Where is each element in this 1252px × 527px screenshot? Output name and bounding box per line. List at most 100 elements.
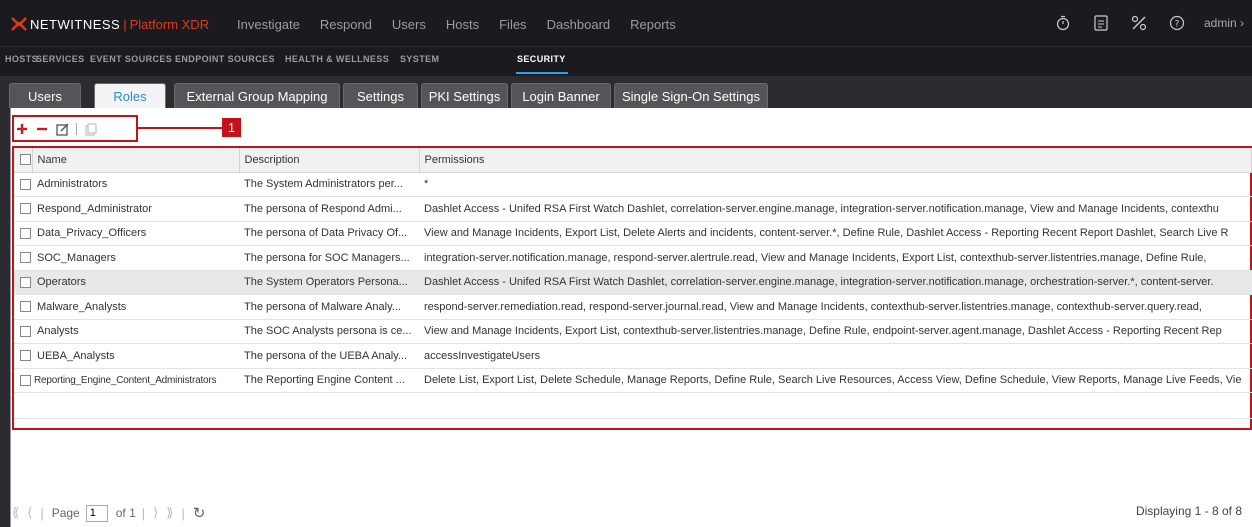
tasks-icon[interactable] — [1092, 14, 1110, 32]
select-all-checkbox[interactable] — [14, 148, 33, 173]
tab-pki-settings[interactable]: PKI Settings — [421, 83, 508, 108]
page-label: Page — [51, 506, 80, 520]
next-page-icon[interactable]: ⟩ — [153, 505, 158, 521]
role-permissions: Dashlet Access - Unifed RSA First Watch … — [419, 270, 1252, 295]
callout-badge-1: 1 — [222, 118, 241, 137]
nav-dashboard[interactable]: Dashboard — [547, 17, 611, 32]
role-description: The persona of Respond Admi... — [239, 196, 419, 222]
tab-external-group-mapping[interactable]: External Group Mapping — [174, 83, 340, 108]
sub-nav: HOSTS SERVICES EVENT SOURCES ENDPOINT SO… — [0, 46, 1252, 76]
first-page-icon[interactable]: ⟪ — [12, 505, 19, 521]
table-row[interactable]: Respond_Administrator The persona of Res… — [14, 196, 1252, 222]
paging-toolbar: ⟪ ⟨ | Page of 1 | ⟩ ⟫ | ↻ Displaying 1 -… — [12, 502, 1252, 524]
svg-text:?: ? — [1175, 20, 1180, 30]
role-description: The SOC Analysts persona is ce... — [239, 319, 419, 344]
role-description: The persona of Data Privacy Of... — [239, 221, 419, 246]
nav-investigate[interactable]: Investigate — [237, 17, 300, 32]
row-checkbox[interactable] — [14, 294, 32, 320]
paging-divider: | — [40, 505, 44, 521]
role-description: The System Operators Persona... — [239, 270, 419, 295]
top-nav: NETWITNESS | Platform XDR Investigate Re… — [0, 0, 1252, 46]
role-permissions: Dashlet Access - Unifed RSA First Watch … — [419, 196, 1252, 222]
row-checkbox[interactable] — [14, 196, 32, 222]
nav-files[interactable]: Files — [499, 17, 526, 32]
previous-page-icon[interactable]: ⟨ — [27, 505, 32, 521]
brand-separator: | — [123, 16, 127, 32]
empty-row — [14, 392, 1252, 419]
row-checkbox[interactable] — [14, 245, 32, 271]
callout-toolbar-box — [12, 115, 138, 142]
nav-hosts[interactable]: Hosts — [446, 17, 479, 32]
role-name: Analysts — [32, 319, 239, 344]
table-row[interactable]: Operators The System Operators Persona..… — [14, 270, 1252, 295]
role-description: The persona of Malware Analy... — [239, 294, 419, 320]
table-row[interactable]: Reporting_Engine_Content_Administrators … — [14, 368, 1252, 393]
nav-respond[interactable]: Respond — [320, 17, 372, 32]
main-nav: Investigate Respond Users Hosts Files Da… — [237, 17, 696, 32]
subnav-system[interactable]: SYSTEM — [400, 54, 439, 64]
role-description: The persona for SOC Managers... — [239, 245, 419, 271]
table-row[interactable]: SOC_Managers The persona for SOC Manager… — [14, 245, 1252, 271]
role-name: Reporting_Engine_Content_Administrators — [32, 368, 239, 393]
column-header-description[interactable]: Description — [239, 148, 420, 173]
role-description: The Reporting Engine Content ... — [239, 368, 419, 393]
role-name: UEBA_Analysts — [32, 343, 239, 369]
subnav-hosts[interactable]: HOSTS — [5, 54, 38, 64]
subnav-health-wellness[interactable]: HEALTH & WELLNESS — [285, 54, 389, 64]
role-permissions: respond-server.remediation.read, respond… — [419, 294, 1252, 320]
role-description: The persona of the UEBA Analy... — [239, 343, 419, 369]
subnav-event-sources[interactable]: EVENT SOURCES — [90, 54, 172, 64]
brand[interactable]: NETWITNESS | Platform XDR — [10, 14, 209, 34]
role-permissions: * — [419, 172, 1252, 197]
netwitness-logo-icon — [11, 17, 27, 31]
display-count: Displaying 1 - 8 of 8 — [1135, 504, 1242, 518]
role-permissions: integration-server.notification.manage, … — [419, 245, 1252, 271]
row-checkbox[interactable] — [14, 270, 32, 295]
table-row[interactable]: UEBA_Analysts The persona of the UEBA An… — [14, 343, 1252, 369]
role-permissions: Delete List, Export List, Delete Schedul… — [419, 368, 1252, 393]
tab-users[interactable]: Users — [9, 83, 81, 108]
subnav-security[interactable]: SECURITY — [517, 54, 566, 64]
brand-product: Platform XDR — [129, 16, 210, 32]
subnav-endpoint-sources[interactable]: ENDPOINT SOURCES — [175, 54, 275, 64]
role-name: Administrators — [32, 172, 239, 197]
table-row[interactable]: Data_Privacy_Officers The persona of Dat… — [14, 221, 1252, 246]
table-row[interactable]: Malware_Analysts The persona of Malware … — [14, 294, 1252, 320]
brand-name: NETWITNESS — [30, 16, 121, 32]
roles-grid: Name Description Permissions Administrat… — [14, 148, 1252, 419]
row-checkbox[interactable] — [14, 172, 32, 197]
nav-reports[interactable]: Reports — [630, 17, 676, 32]
page-number-input[interactable] — [85, 504, 108, 522]
refresh-icon[interactable]: ↻ — [193, 504, 206, 522]
table-row[interactable]: Analysts The SOC Analysts persona is ce.… — [14, 319, 1252, 344]
last-page-icon[interactable]: ⟫ — [166, 505, 173, 521]
table-row[interactable]: Administrators The System Administrators… — [14, 172, 1252, 197]
subnav-services[interactable]: SERVICES — [36, 54, 85, 64]
role-permissions: View and Manage Incidents, Export List, … — [419, 221, 1252, 246]
column-header-permissions[interactable]: Permissions — [419, 148, 1252, 173]
row-checkbox[interactable] — [14, 319, 32, 344]
subnav-active-indicator — [516, 72, 568, 74]
role-permissions: View and Manage Incidents, Export List, … — [419, 319, 1252, 344]
row-checkbox[interactable] — [14, 221, 32, 246]
tab-single-sign-on-settings[interactable]: Single Sign-On Settings — [614, 83, 768, 108]
role-description: The System Administrators per... — [239, 172, 419, 197]
role-name: Data_Privacy_Officers — [32, 221, 239, 246]
column-header-name[interactable]: Name — [32, 148, 240, 173]
grid-header-row: Name Description Permissions — [14, 148, 1252, 173]
timer-icon[interactable] — [1054, 14, 1072, 32]
user-menu[interactable]: admin › — [1204, 16, 1244, 30]
tab-settings[interactable]: Settings — [343, 83, 418, 108]
role-permissions: accessInvestigateUsers — [419, 343, 1252, 369]
row-checkbox[interactable] — [14, 368, 32, 393]
tab-login-banner[interactable]: Login Banner — [511, 83, 611, 108]
callout-leader-line — [138, 127, 222, 129]
tab-roles[interactable]: Roles — [94, 83, 166, 108]
admin-tools-icon[interactable] — [1130, 14, 1148, 32]
top-right-actions: ? admin › — [1034, 14, 1244, 32]
help-icon[interactable]: ? — [1168, 14, 1186, 32]
row-checkbox[interactable] — [14, 343, 32, 369]
role-name: Operators — [32, 270, 239, 295]
paging-divider: | — [181, 505, 185, 521]
nav-users[interactable]: Users — [392, 17, 426, 32]
